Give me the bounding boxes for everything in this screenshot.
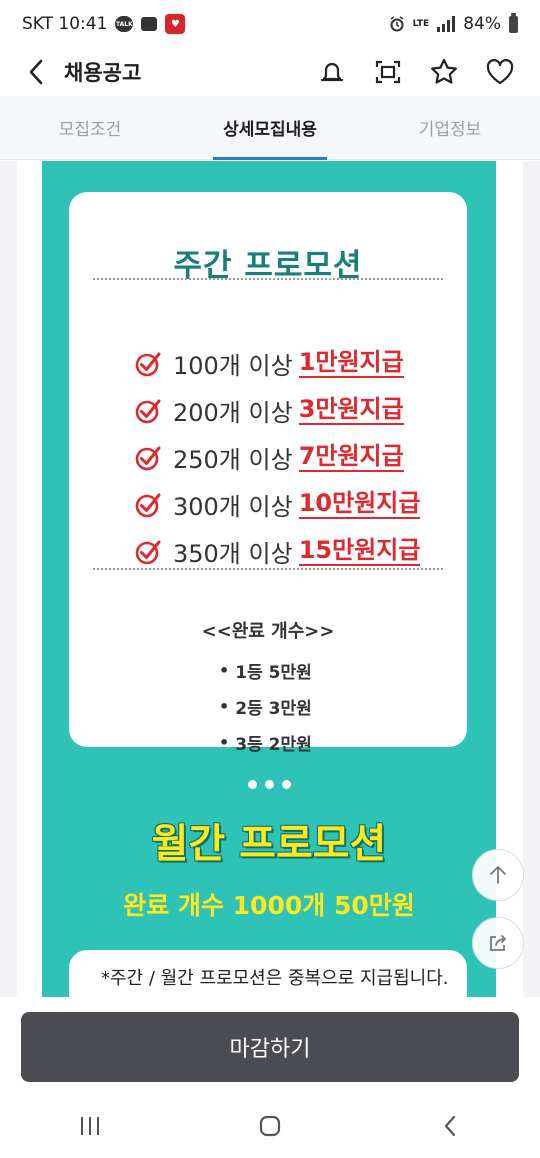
check-circle-icon: [135, 540, 161, 564]
message-icon: [141, 17, 158, 31]
system-navigation-bar: [0, 1093, 540, 1158]
arrow-up-icon: [490, 866, 506, 884]
scan-icon: [375, 60, 401, 84]
heart-icon: [486, 59, 514, 85]
like-button[interactable]: [480, 52, 520, 92]
share-button[interactable]: [472, 917, 524, 969]
detail-content[interactable]: 주간 프로모션 100개 이상 1만원지급 200개 이상 3만원지급 250개…: [0, 161, 540, 997]
signal-icon: [437, 16, 456, 32]
share-icon: [490, 935, 506, 951]
talk-icon: TALK: [115, 16, 134, 32]
battery-percent: 84%: [463, 14, 501, 34]
bell-icon: [320, 62, 344, 82]
closed-button[interactable]: 마감하기: [21, 1012, 519, 1082]
notification-button[interactable]: [312, 52, 352, 92]
list-item: 1등 5만원: [219, 652, 312, 688]
app-header: 채용공고: [0, 48, 540, 96]
promo-condition: 100개 이상: [173, 352, 293, 380]
carrier-time: SKT 10:41: [22, 14, 108, 34]
rank-list: 1등 5만원 2등 3만원 3등 2만원: [219, 652, 312, 760]
alarm-icon: [390, 16, 404, 32]
status-left: SKT 10:41 TALK ♥: [22, 14, 186, 34]
check-circle-icon: [135, 352, 161, 376]
home-icon: [259, 1115, 281, 1136]
scan-button[interactable]: [368, 52, 408, 92]
promo-reward: 1만원지급: [298, 348, 404, 379]
promo-condition: 300개 이상: [173, 493, 293, 521]
status-right: LTE 84%: [389, 12, 518, 34]
page-title: 채용공고: [64, 61, 142, 85]
app-notification-icon: ♥: [165, 14, 186, 34]
weekly-promotion-card: 주간 프로모션 100개 이상 1만원지급 200개 이상 3만원지급 250개…: [69, 192, 467, 755]
weekly-promotion-list: 100개 이상 1만원지급 200개 이상 3만원지급 250개 이상 7만원지…: [135, 340, 421, 575]
promo-reward: 3만원지급: [298, 395, 404, 426]
promo-reward: 10만원지급: [298, 489, 421, 520]
promo-condition: 250개 이상: [173, 446, 293, 474]
home-button[interactable]: [230, 1101, 310, 1151]
note-card: *주간 / 월간 프로모션은 중복으로 지급됩니다.: [69, 950, 467, 997]
check-circle-icon: [135, 493, 161, 517]
scroll-top-button[interactable]: [472, 849, 524, 901]
system-back-button[interactable]: [410, 1101, 490, 1151]
battery-icon: [509, 12, 518, 33]
back-button[interactable]: [12, 48, 60, 96]
monthly-promotion-title: 월간 프로모션: [151, 821, 387, 867]
header-actions: [312, 52, 520, 92]
recent-apps-button[interactable]: [50, 1101, 130, 1151]
dotted-divider: [93, 278, 443, 280]
bookmark-button[interactable]: [424, 52, 464, 92]
tab-bar: 모집조건 상세모집내용 기업정보: [0, 96, 540, 160]
list-item: 200개 이상 3만원지급: [135, 387, 420, 434]
bottom-action-bar: 마감하기: [0, 997, 540, 1093]
promo-reward: 15만원지급: [298, 536, 421, 567]
promo-condition: 350개 이상: [173, 540, 293, 568]
promotion-poster: 주간 프로모션 100개 이상 1만원지급 200개 이상 3만원지급 250개…: [17, 161, 523, 997]
check-circle-icon: [135, 399, 161, 423]
tab-recruit-conditions[interactable]: 모집조건: [0, 96, 180, 159]
network-type: LTE: [412, 18, 430, 29]
monthly-promotion-subtitle: 완료 개수 1000개 50만원: [123, 891, 415, 920]
check-circle-icon: [135, 446, 161, 470]
status-bar: SKT 10:41 TALK ♥ LTE 84%: [0, 0, 540, 48]
note-text: *주간 / 월간 프로모션은 중복으로 지급됩니다.: [101, 968, 449, 989]
list-item: 100개 이상 1만원지급: [135, 340, 420, 387]
list-item: 250개 이상 7만원지급: [135, 434, 420, 481]
recent-apps-icon: [81, 1116, 99, 1135]
list-item: 3등 2만원: [219, 724, 312, 760]
list-item: 2등 3만원: [219, 688, 312, 724]
list-item: 300개 이상 10만원지급: [135, 481, 421, 528]
poster-background: 주간 프로모션 100개 이상 1만원지급 200개 이상 3만원지급 250개…: [42, 161, 496, 997]
tab-company-info[interactable]: 기업정보: [360, 96, 540, 159]
back-arrow-icon: [444, 1115, 456, 1136]
dotted-divider: [93, 568, 443, 570]
promo-condition: 200개 이상: [173, 399, 293, 427]
ellipsis-dots: [42, 774, 496, 793]
promo-reward: 7만원지급: [298, 442, 404, 473]
tab-recruit-details[interactable]: 상세모집내용: [180, 96, 360, 160]
rank-title: <<완료 개수>>: [201, 621, 335, 642]
star-icon: [431, 58, 457, 84]
chevron-left-icon: [29, 59, 43, 85]
